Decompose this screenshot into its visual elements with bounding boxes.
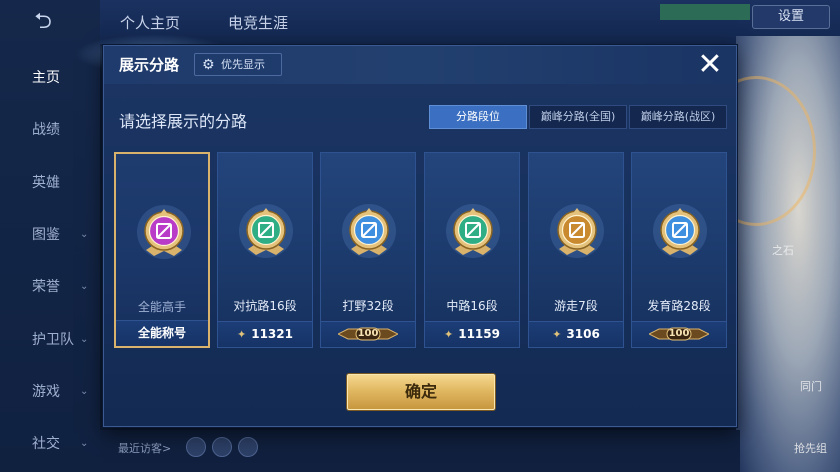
priority-display-label: 优先显示 [221, 58, 265, 71]
visitor-avatar[interactable] [238, 437, 258, 457]
back-arrow-icon[interactable]: ⮌ [22, 10, 64, 34]
visitor-avatar[interactable] [186, 437, 206, 457]
chevron-down-icon: ⌄ [80, 334, 89, 345]
sidebar-item[interactable]: 社交 ⌄ [0, 429, 100, 459]
lane-card-footer: 全能称号 [116, 320, 208, 346]
lane-card[interactable]: 打野32段 100 [320, 152, 416, 348]
settings-button[interactable]: 设置 [752, 5, 830, 29]
lane-score-value: 11159 [458, 327, 500, 341]
lane-rank-label: 中路16段 [446, 299, 498, 313]
tab-esports-career[interactable]: 电竞生涯 [228, 12, 288, 33]
dialog-subtitle: 请选择展示的分路 [119, 112, 248, 131]
tab-profile[interactable]: 个人主页 [120, 12, 180, 33]
sidebar-item-label: 护卫队 [32, 332, 74, 348]
all-round-title-label: 全能称号 [137, 326, 186, 340]
lane-score: ✦ 3106 [529, 322, 623, 348]
sidebar-item[interactable]: 游戏 ⌄ [0, 377, 100, 407]
lane-score-value: 3106 [566, 327, 600, 341]
chevron-down-icon: ⌄ [80, 229, 89, 240]
tab-peak-national-label: 巅峰分路(全国) [540, 110, 616, 123]
sidebar-item[interactable]: 主页 [0, 63, 100, 93]
lane-rank-label: 打野32段 [342, 299, 394, 313]
top-100-badge-icon: 100 [336, 325, 400, 343]
lane-rank-label: 游走7段 [554, 299, 598, 313]
sidebar-item-label: 图鉴 [32, 227, 60, 243]
top-banner-badge [660, 4, 750, 20]
lane-score: ✦ 11159 [425, 322, 519, 348]
mid-lane-icon [446, 204, 500, 258]
lane-rank-label: 发育路28段 [647, 299, 711, 313]
lane-card-footer: ✦ 3106 [529, 321, 623, 347]
sidebar-item[interactable]: 护卫队 ⌄ [0, 325, 100, 355]
clash-lane-icon [239, 204, 293, 258]
lane-card[interactable]: 游走7段 ✦ 3106 [528, 152, 624, 348]
visitor-avatar[interactable] [212, 437, 232, 457]
all-round-icon [137, 205, 191, 259]
top-100-badge-icon: 100 [647, 325, 711, 343]
priority-display-button[interactable]: ⚙ 优先显示 [194, 53, 282, 76]
lane-display-dialog: 展示分路 ⚙ 优先显示 ✕ 请选择展示的分路 分路段位 巅峰分路(全国) 巅峰分… [103, 45, 737, 427]
sidebar-item-label: 英雄 [32, 175, 60, 191]
lane-card[interactable]: 对抗路16段 ✦ 11321 [217, 152, 313, 348]
tab-lane-rank-label: 分路段位 [456, 110, 500, 123]
chevron-down-icon: ⌄ [80, 438, 89, 449]
jungle-icon [342, 204, 396, 258]
sidebar-item-label: 荣誉 [32, 279, 60, 295]
lane-card-footer: ✦ 11159 [425, 321, 519, 347]
rank-badge-number: 100 [357, 328, 379, 339]
crystal-icon: ✦ [444, 328, 454, 341]
crystal-icon: ✦ [552, 328, 562, 341]
sidebar-item[interactable]: 图鉴 ⌄ [0, 220, 100, 250]
chevron-down-icon: ⌄ [80, 281, 89, 292]
lane-rank-label: 对抗路16段 [233, 299, 297, 313]
confirm-button[interactable]: 确定 [347, 374, 495, 410]
lane-card-footer: 100 [321, 321, 415, 347]
farm-lane-icon [653, 204, 707, 258]
roam-icon [550, 204, 604, 258]
bg-right-label-stone: 之石 [772, 244, 794, 257]
chevron-down-icon: ⌄ [80, 386, 89, 397]
sidebar-item[interactable]: 战绩 [0, 115, 100, 145]
lane-score-value: 11321 [251, 327, 293, 341]
sidebar-item[interactable]: 荣誉 ⌄ [0, 272, 100, 302]
close-icon[interactable]: ✕ [693, 49, 727, 83]
recent-visitors-link[interactable]: 最近访客> [118, 440, 171, 456]
lane-card[interactable]: 发育路28段 100 [631, 152, 727, 348]
sidebar-item[interactable]: 英雄 [0, 168, 100, 198]
lane-card-footer: ✦ 11321 [218, 321, 312, 347]
lane-score: ✦ 11321 [218, 322, 312, 348]
sidebar-item-label: 战绩 [32, 122, 60, 138]
tab-peak-region[interactable]: 巅峰分路(战区) [629, 105, 727, 129]
lane-card-footer: 100 [632, 321, 726, 347]
dialog-title: 展示分路 [119, 56, 180, 74]
tab-peak-region-label: 巅峰分路(战区) [640, 110, 716, 123]
tab-lane-rank[interactable]: 分路段位 [429, 105, 527, 129]
sidebar-item-label: 游戏 [32, 384, 60, 400]
sidebar-item-label: 主页 [32, 70, 60, 86]
sidebar-item-label: 社交 [32, 436, 60, 452]
tab-peak-national[interactable]: 巅峰分路(全国) [529, 105, 627, 129]
gear-icon: ⚙ [202, 57, 215, 73]
lane-rank-label: 全能高手 [137, 300, 186, 314]
lane-card[interactable]: 中路16段 ✦ 11159 [424, 152, 520, 348]
bg-right-label-sect: 同门 [800, 380, 822, 393]
rank-badge-number: 100 [668, 328, 690, 339]
crystal-icon: ✦ [237, 328, 247, 341]
lane-card[interactable]: 全能高手 全能称号 [114, 152, 210, 348]
bg-right-label-early: 抢先组 [794, 442, 827, 455]
